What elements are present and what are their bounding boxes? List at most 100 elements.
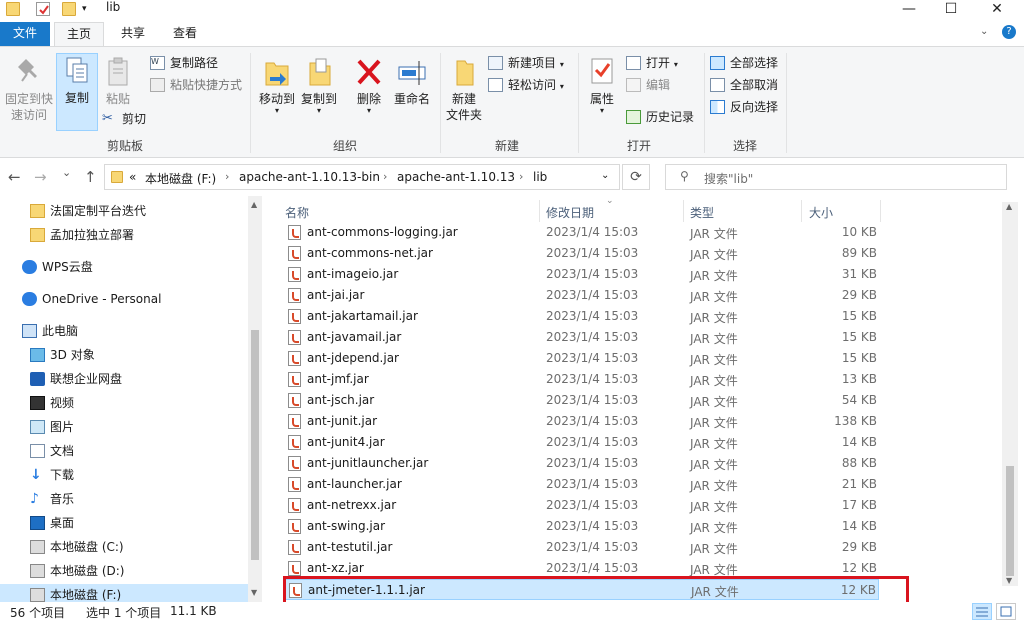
file-row[interactable]: ant-javamail.jar 2023/1/4 15:03 JAR 文件 15 K… — [283, 327, 879, 348]
list-scroll-down-icon[interactable]: ▼ — [1006, 576, 1012, 585]
breadcrumb-drive[interactable]: 本地磁盘 (F:) — [145, 170, 216, 187]
file-row[interactable]: ant-netrexx.jar 2023/1/4 15:03 JAR 文件 17 KB — [283, 495, 879, 516]
copy-button[interactable]: 复制 — [56, 53, 98, 131]
refresh-button[interactable]: ⟳ — [622, 164, 650, 190]
search-box[interactable]: ⚲ 搜索"lib" — [665, 164, 1007, 190]
nav-item[interactable]: 视频 — [30, 392, 248, 414]
file-row[interactable]: ant-jdepend.jar 2023/1/4 15:03 JAR 文件 15 KB — [283, 348, 879, 369]
delete-button[interactable]: 删除 ▾ — [350, 55, 388, 115]
file-row[interactable]: ant-jakartamail.jar 2023/1/4 15:03 JAR 文件 1… — [283, 306, 879, 327]
tab-share[interactable]: 共享 — [108, 22, 158, 46]
ribbon-collapse-icon[interactable]: ⌄ — [980, 26, 988, 37]
column-header-size[interactable]: 大小 — [809, 204, 833, 221]
file-row[interactable]: ant-commons-net.jar 2023/1/4 15:03 JAR 文件 8… — [283, 243, 879, 264]
nav-item[interactable]: 法国定制平台迭代 — [30, 200, 248, 222]
up-button[interactable]: ↑ — [84, 168, 97, 186]
history-button[interactable]: 历史记录 — [626, 107, 694, 127]
delete-icon — [354, 55, 384, 89]
details-view-button[interactable] — [972, 603, 992, 620]
nav-scroll-down-icon[interactable]: ▼ — [251, 588, 257, 597]
back-button[interactable]: ← — [8, 168, 21, 186]
column-header-date[interactable]: 修改日期 — [546, 204, 594, 221]
nav-item[interactable]: 图片 — [30, 416, 248, 438]
file-date: 2023/1/4 15:03 — [546, 393, 639, 407]
list-scroll-up-icon[interactable]: ▲ — [1006, 202, 1012, 211]
easy-access-button[interactable]: 轻松访问 ▾ — [488, 75, 564, 95]
nav-item[interactable]: 本地磁盘 (C:) — [30, 536, 248, 558]
new-item-label: 新建项目 — [508, 56, 557, 70]
nav-item[interactable]: ♪ 音乐 — [30, 488, 248, 510]
nav-item[interactable]: OneDrive - Personal — [22, 288, 240, 310]
edit-button[interactable]: 编辑 — [626, 75, 670, 95]
select-all-button[interactable]: 全部选择 — [710, 53, 778, 73]
nav-scroll-up-icon[interactable]: ▲ — [251, 200, 257, 209]
new-item-button[interactable]: 新建项目 ▾ — [488, 53, 564, 73]
copy-path-button[interactable]: W 复制路径 — [150, 53, 218, 73]
file-row[interactable]: ant-launcher.jar 2023/1/4 15:03 JAR 文件 21 K… — [283, 474, 879, 495]
file-row[interactable]: ant-swing.jar 2023/1/4 15:03 JAR 文件 14 KB — [283, 516, 879, 537]
column-separator[interactable] — [539, 200, 540, 222]
nav-item[interactable]: 本地磁盘 (F:) — [0, 584, 248, 602]
pin-quick-access-button[interactable]: 固定到快 速访问 — [2, 55, 56, 123]
tab-file[interactable]: 文件 — [0, 22, 50, 46]
breadcrumb-ant[interactable]: apache-ant-1.10.13 — [397, 170, 515, 184]
breadcrumb-separator[interactable]: › — [225, 170, 229, 183]
file-row[interactable]: ant-jai.jar 2023/1/4 15:03 JAR 文件 29 KB — [283, 285, 879, 306]
file-list-scrollbar-thumb[interactable] — [1006, 466, 1014, 576]
new-folder-button[interactable]: 新建 文件夹 — [444, 55, 484, 123]
breadcrumb-separator[interactable]: › — [519, 170, 523, 183]
nav-item[interactable]: 桌面 — [30, 512, 248, 534]
column-header-name[interactable]: 名称 — [285, 204, 309, 221]
nav-item[interactable]: WPS云盘 — [22, 256, 240, 278]
column-header-type[interactable]: 类型 — [690, 204, 714, 221]
forward-button[interactable]: → — [34, 168, 47, 186]
file-row[interactable]: ant-imageio.jar 2023/1/4 15:03 JAR 文件 31 KB — [283, 264, 879, 285]
help-icon[interactable]: ? — [1002, 25, 1016, 39]
large-icons-view-button[interactable] — [996, 603, 1016, 620]
new-folder-icon[interactable] — [62, 2, 76, 16]
nav-item[interactable]: 本地磁盘 (D:) — [30, 560, 248, 582]
nav-item[interactable]: 孟加拉独立部署 — [30, 224, 248, 246]
file-row[interactable]: ant-junit4.jar 2023/1/4 15:03 JAR 文件 14 KB — [283, 432, 879, 453]
recent-locations-button[interactable]: ⌄ — [62, 166, 71, 179]
paste-button[interactable]: 粘贴 — [100, 55, 136, 107]
nav-item[interactable]: 联想企业网盘 — [30, 368, 248, 390]
nav-item[interactable]: 文档 — [30, 440, 248, 462]
file-row[interactable]: ant-jsch.jar 2023/1/4 15:03 JAR 文件 54 KB — [283, 390, 879, 411]
file-row[interactable]: ant-jmf.jar 2023/1/4 15:03 JAR 文件 13 KB — [283, 369, 879, 390]
properties-button[interactable]: 属性 ▾ — [584, 55, 620, 115]
tab-home[interactable]: 主页 — [54, 22, 104, 46]
close-button[interactable]: ✕ — [974, 0, 1020, 22]
select-none-button[interactable]: 全部取消 — [710, 75, 778, 95]
file-row[interactable]: ant-junit.jar 2023/1/4 15:03 JAR 文件 138 KB — [283, 411, 879, 432]
column-separator[interactable] — [801, 200, 802, 222]
tab-view[interactable]: 查看 — [160, 22, 210, 46]
copy-to-button[interactable]: 复制到 ▾ — [298, 55, 340, 115]
column-separator[interactable] — [683, 200, 684, 222]
file-row[interactable]: ant-commons-logging.jar 2023/1/4 15:03 JAR… — [283, 222, 879, 243]
breadcrumb-lib[interactable]: lib — [533, 170, 547, 184]
nav-item[interactable]: 此电脑 — [22, 320, 240, 342]
address-bar[interactable]: « 本地磁盘 (F:) › apache-ant-1.10.13-bin › a… — [104, 164, 620, 190]
address-dropdown-icon[interactable]: ⌄ — [601, 170, 609, 181]
rename-button[interactable]: 重命名 — [390, 55, 434, 107]
move-to-button[interactable]: 移动到 ▾ — [256, 55, 298, 115]
maximize-button[interactable]: ☐ — [928, 0, 974, 22]
properties-icon[interactable] — [36, 2, 50, 16]
breadcrumb-ant-bin[interactable]: apache-ant-1.10.13-bin — [239, 170, 380, 184]
nav-scrollbar-thumb[interactable] — [251, 330, 259, 560]
breadcrumb-overflow[interactable]: « — [129, 170, 136, 184]
breadcrumb-separator[interactable]: › — [383, 170, 387, 183]
minimize-button[interactable]: — — [886, 0, 932, 22]
cut-button[interactable]: ✂ 剪切 — [102, 109, 146, 129]
nav-item[interactable]: ↓ 下载 — [30, 464, 248, 486]
paste-shortcut-button[interactable]: 粘贴快捷方式 — [150, 75, 242, 95]
file-row[interactable]: ant-junitlauncher.jar 2023/1/4 15:03 JAR 文… — [283, 453, 879, 474]
nav-item[interactable]: 3D 对象 — [30, 344, 248, 366]
file-row[interactable]: ant-testutil.jar 2023/1/4 15:03 JAR 文件 29 K… — [283, 537, 879, 558]
invert-selection-button[interactable]: 反向选择 — [710, 97, 778, 117]
column-separator[interactable] — [880, 200, 881, 222]
quick-access-dropdown-icon[interactable]: ▾ — [82, 2, 96, 16]
file-name: ant-imageio.jar — [307, 267, 399, 281]
open-button[interactable]: 打开 ▾ — [626, 53, 678, 73]
